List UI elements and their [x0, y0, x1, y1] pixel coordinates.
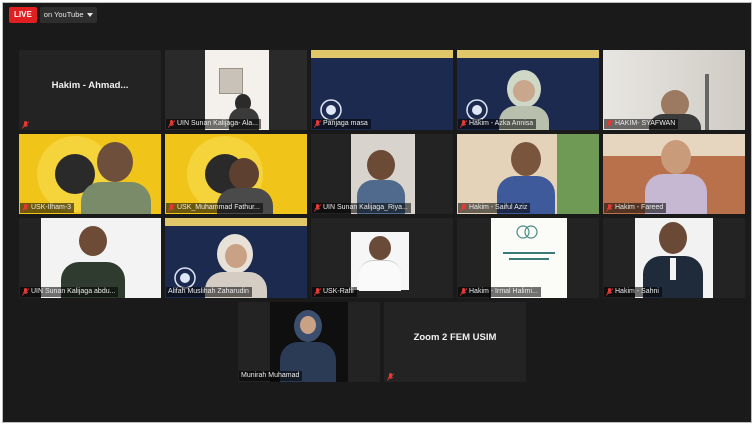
participant-name: USK_Muhammad Fathur...: [177, 204, 260, 211]
zoom-gallery-window: LIVE on YouTube Hakim - Ahmad... UIN Sun…: [2, 2, 752, 423]
mic-muted-icon: [22, 121, 29, 129]
participant-name: Munirah Muhamad: [241, 372, 300, 379]
participant-name: Alifah Muslihah Zaharudin: [168, 288, 249, 295]
participant-video: [457, 134, 599, 214]
virtual-background: [311, 50, 453, 130]
participant-tile[interactable]: HAKIM- SYAFWAN: [603, 50, 745, 130]
virtual-background: [165, 218, 307, 298]
participant-name: Panjaga masa: [323, 120, 368, 127]
participant-label: Hakim - Saiful Aziz: [458, 203, 531, 213]
participant-name: Hakim - Fareed: [615, 204, 664, 211]
stream-destination-label: on YouTube: [43, 10, 84, 19]
participant-label: Munirah Muhamad: [239, 371, 303, 381]
participant-label: Panjaga masa: [312, 119, 371, 129]
participant-label: USK_Muhammad Fathur...: [166, 203, 263, 213]
mic-muted-icon: [460, 288, 467, 296]
participant-tile[interactable]: USK_Muhammad Fathur...: [165, 134, 307, 214]
mic-muted-icon: [168, 204, 175, 212]
participant-video: [603, 218, 745, 298]
participant-label: UIN Sunan Kalijaga- Ala...: [166, 119, 261, 129]
participant-label: Hakim - Irmal Halimi...: [458, 287, 541, 297]
participant-tile[interactable]: Hakim - Fareed: [603, 134, 745, 214]
live-badge: LIVE: [9, 7, 37, 23]
participant-label: Hakim - Sahni: [604, 287, 662, 297]
participant-tile[interactable]: Hakim - Saiful Aziz: [457, 134, 599, 214]
participant-name: USK-Ilham-3: [31, 204, 72, 211]
participant-video: [238, 302, 380, 382]
participant-tile[interactable]: UIN Sunan Kalijaga abdu...: [19, 218, 161, 298]
participant-tile-active-speaker[interactable]: Alifah Muslihah Zaharudin: [165, 218, 307, 298]
mic-muted-icon: [606, 204, 613, 212]
participant-video: [19, 134, 161, 214]
participant-video: [311, 134, 453, 214]
mic-muted-icon: [168, 120, 175, 128]
participant-name: UIN Sunan Kalijaga- Ala...: [177, 120, 258, 127]
participant-name: Hakim - Azka Annisa: [469, 120, 534, 127]
caret-down-icon: [86, 12, 93, 17]
participant-label: UIN Sunan Kalijaga abdu...: [20, 287, 119, 297]
participant-video: [603, 50, 745, 130]
participant-name: Hakim - Saiful Aziz: [469, 204, 528, 211]
mic-muted-icon: [22, 288, 29, 296]
mic-muted-icon: [606, 288, 613, 296]
participant-video: [165, 134, 307, 214]
participant-tile[interactable]: USK-Ilham-3: [19, 134, 161, 214]
participant-video: [165, 50, 307, 130]
participant-tile[interactable]: Panjaga masa: [311, 50, 453, 130]
virtual-background: [457, 50, 599, 130]
mic-muted-icon: [22, 204, 29, 212]
participant-tile[interactable]: Zoom 2 FEM USIM: [384, 302, 526, 382]
participant-name: HAKIM- SYAFWAN: [615, 120, 676, 127]
participant-video: [457, 218, 599, 298]
participant-tile[interactable]: UIN Sunan Kalijaga_Riya...: [311, 134, 453, 214]
participant-label: Hakim - Azka Annisa: [458, 119, 537, 129]
stream-destination-dropdown[interactable]: on YouTube: [39, 7, 97, 23]
logo-icon: [516, 225, 538, 239]
stream-status-bar: LIVE on YouTube: [9, 7, 97, 23]
participant-tile[interactable]: UIN Sunan Kalijaga- Ala...: [165, 50, 307, 130]
participant-video: [603, 134, 745, 214]
participant-tile[interactable]: Hakim - Irmal Halimi...: [457, 218, 599, 298]
participant-name: UIN Sunan Kalijaga_Riya...: [323, 204, 408, 211]
mic-muted-icon: [606, 120, 613, 128]
mic-muted-icon: [314, 288, 321, 296]
mic-muted-icon: [460, 120, 467, 128]
participant-name: UIN Sunan Kalijaga abdu...: [31, 288, 116, 295]
participant-label: [20, 121, 32, 129]
participant-label: USK-Ilham-3: [20, 203, 75, 213]
participant-name: Hakim - Irmal Halimi...: [469, 288, 538, 295]
participant-tile[interactable]: USK-Rafli: [311, 218, 453, 298]
participant-video: [19, 218, 161, 298]
participant-label: [385, 373, 397, 381]
participant-tile[interactable]: Munirah Muhamad: [238, 302, 380, 382]
participant-label: Alifah Muslihah Zaharudin: [166, 287, 252, 297]
participant-tile[interactable]: Hakim - Azka Annisa: [457, 50, 599, 130]
participant-label: USK-Rafli: [312, 287, 357, 297]
participant-name: Hakim - Sahni: [615, 288, 659, 295]
mic-muted-icon: [460, 204, 467, 212]
mic-muted-icon: [314, 120, 321, 128]
participant-tile[interactable]: Hakim - Sahni: [603, 218, 745, 298]
participant-tile[interactable]: Hakim - Ahmad...: [19, 50, 161, 130]
mic-muted-icon: [387, 373, 394, 381]
participant-name: Hakim - Ahmad...: [51, 80, 129, 91]
mic-muted-icon: [314, 204, 321, 212]
participant-label: HAKIM- SYAFWAN: [604, 119, 679, 129]
participant-name: USK-Rafli: [323, 288, 354, 295]
participant-label: Hakim - Fareed: [604, 203, 667, 213]
participant-label: UIN Sunan Kalijaga_Riya...: [312, 203, 411, 213]
participant-video: [311, 218, 453, 298]
participant-name: Zoom 2 FEM USIM: [413, 332, 497, 343]
